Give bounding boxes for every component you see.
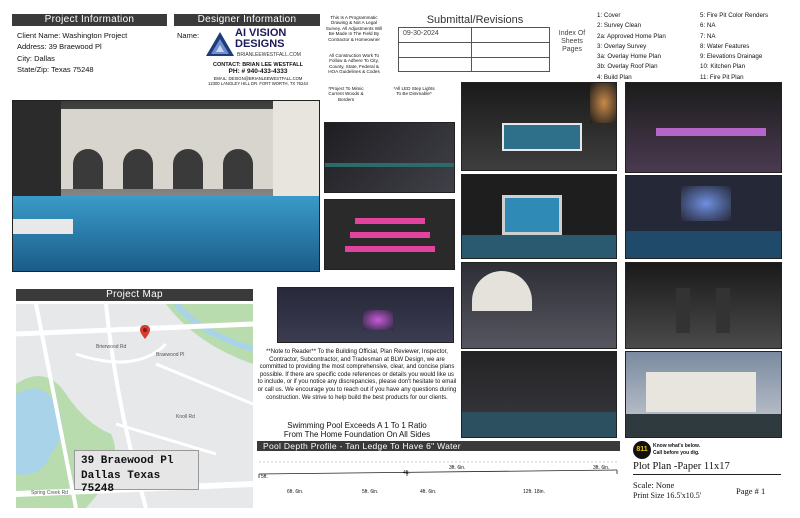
call-811-badge: 811 Know what's below. Call before you d…	[633, 441, 703, 459]
depth-label: 3ft. 6in.	[449, 465, 466, 471]
disclaimer-codes: All Construction Work To Follow & Adhere…	[328, 53, 380, 75]
street-label: Brierwood Rd	[96, 344, 127, 350]
call-811-line2: Call before you dig.	[653, 450, 700, 456]
kitchen-render-small	[277, 287, 454, 343]
sheet-index-left: 1: Cover 2: Survey Clean 2a: Approved Ho…	[597, 11, 666, 83]
company-logo: AI VISION DESIGNS BRIANLEEWESTFALL.COM	[205, 28, 317, 60]
submittal-title: Submittal/Revisions	[426, 14, 524, 26]
disclaimer-led: *All LED Step Lights To Be Dimmable*	[393, 86, 435, 97]
811-logo-icon: 811	[633, 441, 651, 459]
project-address: Address: 39 Braewood Pl	[17, 42, 102, 51]
sheet-index-item: 10: Kitchen Plan	[700, 63, 746, 71]
sheet-index-item: 1: Cover	[597, 12, 621, 19]
logo-title: AI VISION DESIGNS	[235, 27, 287, 50]
map-address-line1: 39 Braewood Pl	[81, 455, 174, 467]
house-exterior-render	[625, 351, 782, 438]
plot-page-number: Page # 1	[736, 486, 766, 496]
plot-plan-title: Plot Plan -Paper 11x17	[633, 461, 730, 472]
project-state-zip: State/Zip: Texas 75248	[17, 65, 94, 74]
project-city: City: Dallas	[17, 54, 55, 63]
pink-lights-render	[625, 82, 782, 173]
designer-address: 12300 LANGLEY HILL DR. FORT WORTH, TX 76…	[207, 81, 308, 86]
sheet-index-right: 5: Fire Pit Color Renders 6: NA 7: NA 8:…	[700, 11, 768, 83]
plot-title-underline	[633, 474, 781, 475]
logo-mark-icon	[206, 32, 234, 56]
street-label: Knoll Rd	[176, 414, 195, 420]
client-name: Client Name: Washington Project	[17, 31, 128, 40]
sheet-index-item: 5: Fire Pit Color Renders	[700, 12, 769, 19]
sheet-index-item: 3b: Overlay Roof Plan	[597, 63, 658, 71]
disclaimer-mimic: *Project To Mimic Current Woods & Border…	[328, 86, 364, 102]
depth-label: 4ft.	[403, 470, 410, 476]
depth-label: 3ft. 6in.	[593, 465, 610, 471]
logo-url: BRIANLEEWESTFALL.COM	[237, 52, 301, 58]
disclaimer-survey: This Is A Programmatic Drawing & Not A L…	[325, 15, 383, 42]
project-map-header: Project Map	[16, 289, 253, 301]
patio-render	[461, 262, 617, 349]
depth-label: 5ft. 6in.	[362, 489, 379, 495]
call-811-line1: Know what's below.	[653, 443, 701, 449]
note-to-reader: **Note to Reader** To the Building Offic…	[257, 349, 457, 401]
depth-label: 12ft. 18in.	[523, 489, 545, 495]
depth-label: 5ft.	[261, 474, 268, 480]
designer-phone: PH: # 940-433-4333	[228, 68, 288, 75]
pool-depth-profile-header: Pool Depth Profile - Tan Ledge To Have 6…	[257, 441, 620, 451]
spa-topdown-render	[461, 174, 617, 259]
sheet-index-item: 3a: Overlay Home Plan	[597, 53, 661, 61]
pool-depth-profile: 5ft. 4ft. 3ft. 6in. 3ft. 6in. 6ft. 6in. …	[257, 452, 620, 502]
project-map: Brierwood Rd Spring Creek Rd Braewood Pl…	[16, 304, 253, 508]
sheet-index-item: 3: Overlay Survey	[597, 42, 647, 50]
step-lights-render	[324, 122, 455, 193]
plot-print-size: Print Size 16.5'x10.5'	[633, 491, 702, 500]
sheet-index-item: 2: Survey Clean	[597, 22, 642, 30]
revision-date: 09-30-2024	[403, 30, 439, 37]
map-pin-icon	[140, 325, 150, 339]
sheet-index-item: 8: Water Features	[700, 42, 750, 50]
sheet-index-item: 7: NA	[700, 32, 716, 40]
sheet-index-item: 9: Elevations Drainage	[700, 53, 763, 61]
fire-pit-columns-render	[625, 262, 782, 349]
sheet-index-item: 6: NA	[700, 22, 716, 30]
plot-scale: Scale: None	[633, 480, 675, 490]
map-address-line2: Dallas Texas 75248	[81, 470, 161, 495]
sheet-index-item: 2a: Approved Home Plan	[597, 32, 666, 40]
pool-ratio-line2: From The Home Foundation On All Sides	[283, 430, 431, 439]
water-feature-render	[625, 175, 782, 259]
bar-render	[461, 351, 617, 438]
spa-night-render	[461, 82, 617, 171]
revision-table: 09-30-2024	[398, 27, 550, 72]
depth-label: 4ft. 6in.	[420, 489, 437, 495]
index-of-sheets-label: Index Of Sheets Pages	[558, 30, 586, 53]
depth-label: 6ft. 6in.	[287, 489, 304, 495]
street-label: Spring Creek Rd	[31, 490, 68, 496]
pink-steps-render	[324, 199, 455, 270]
designer-info-header: Designer Information	[174, 14, 320, 26]
project-info-header: Project Information	[12, 14, 167, 26]
street-label: Braewood Pl	[156, 352, 185, 358]
main-render-image	[12, 100, 320, 272]
designer-name-label: Name:	[177, 31, 200, 40]
map-address-box: 39 Braewood Pl Dallas Texas 75248	[74, 450, 199, 495]
